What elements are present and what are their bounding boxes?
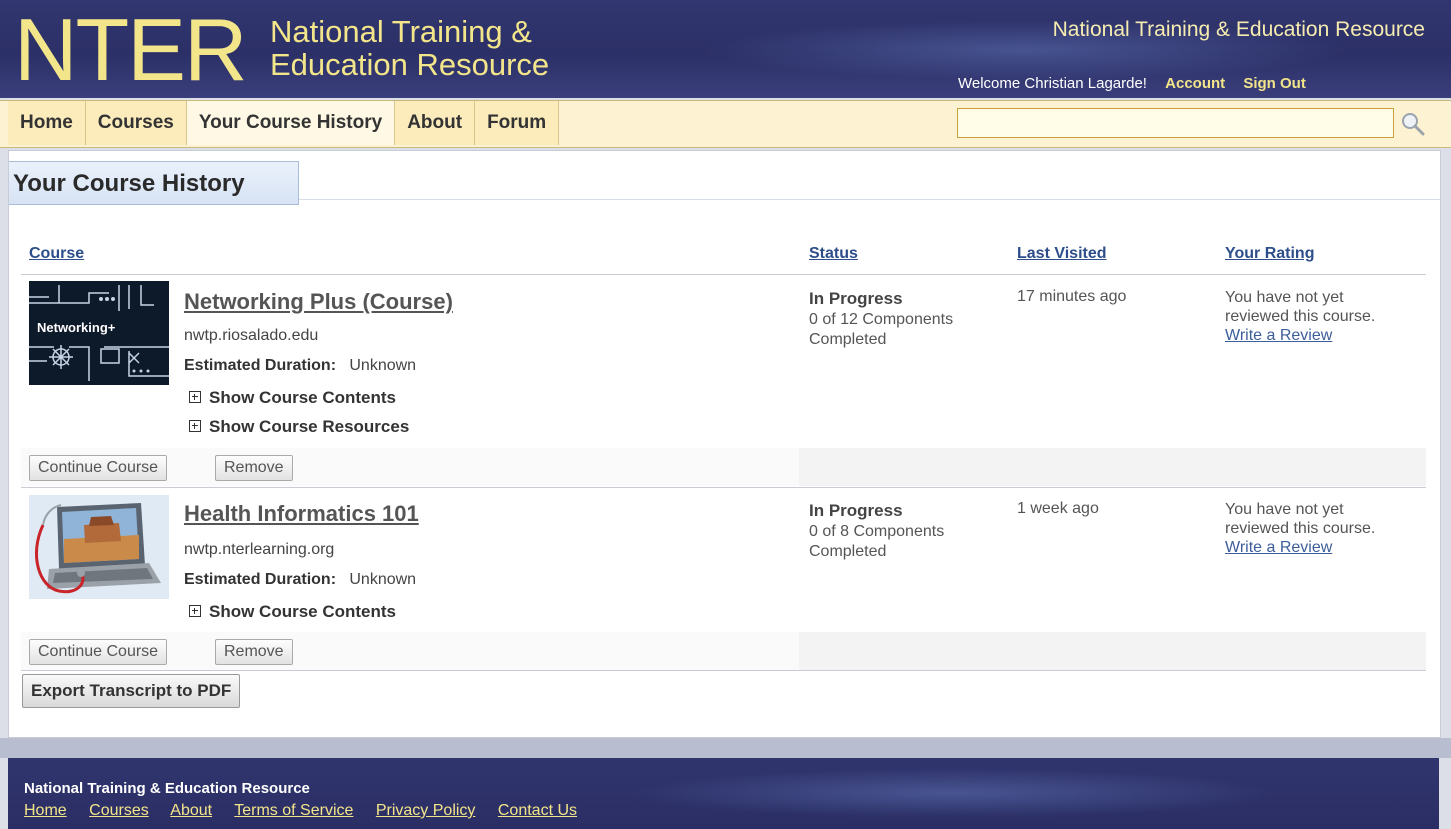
title-divider [299,199,1440,200]
thumbnail-label: Networking+ [37,320,116,335]
content-panel: Your Course History Course Status Last V… [8,150,1441,738]
remove-button[interactable]: Remove [215,639,293,665]
rating-cell: You have not yet reviewed this course. W… [1225,288,1375,345]
page-title: Your Course History [9,161,299,205]
footer-link-home[interactable]: Home [24,802,67,819]
welcome-text: Welcome Christian Lagarde! [958,75,1147,92]
write-review-link[interactable]: Write a Review [1225,327,1332,344]
rating-cell: You have not yet reviewed this course. W… [1225,500,1375,557]
last-visited: 1 week ago [1017,500,1099,517]
export-transcript-button[interactable]: Export Transcript to PDF [22,674,241,708]
nav-about[interactable]: About [395,101,476,145]
course-title-link[interactable]: Networking Plus (Course) [184,289,453,315]
continue-course-button[interactable]: Continue Course [29,455,168,481]
expand-plus-icon [189,420,201,432]
duration-value: Unknown [349,357,417,374]
footer-link-terms[interactable]: Terms of Service [234,802,353,819]
continue-course-button[interactable]: Continue Course [29,639,168,665]
status-components: 0 of 12 Components [809,311,954,328]
remove-button[interactable]: Remove [215,455,293,481]
footer-light-streak [628,768,1278,818]
footer-link-contact[interactable]: Contact Us [498,802,577,819]
logo-abbreviation[interactable]: NTER [14,6,248,94]
course-duration: Estimated Duration: Unknown [184,357,416,375]
expander-label: Show Course Contents [209,388,397,407]
rating-note-line-2: reviewed this course. [1225,520,1376,537]
footer-link-about[interactable]: About [170,802,212,819]
nav-courses[interactable]: Courses [85,101,187,145]
health-informatics-thumbnail[interactable] [29,495,169,599]
expand-plus-icon [189,605,201,617]
status-label: In Progress [809,289,903,308]
footer-link-privacy[interactable]: Privacy Policy [376,802,476,819]
main-nav: Home Courses Your Course History About F… [0,100,1451,148]
search-input[interactable] [957,108,1394,138]
logo-text[interactable]: National Training & Education Resource [270,15,549,81]
header-row-divider [21,274,1426,275]
user-bar: Welcome Christian Lagarde! Account Sign … [958,75,1306,92]
column-header-your-rating[interactable]: Your Rating [1225,245,1314,263]
write-review-link[interactable]: Write a Review [1225,539,1332,556]
status-completed: Completed [809,543,887,560]
footer-divider [0,738,1451,758]
course-provider-url: nwtp.nterlearning.org [184,541,335,558]
footer-title: National Training & Education Resource [24,780,310,797]
nav-home[interactable]: Home [8,101,86,145]
course-provider-url: nwtp.riosalado.edu [184,327,319,344]
status-components: 0 of 8 Components [809,523,945,540]
duration-value: Unknown [349,571,417,588]
expander-label: Show Course Resources [209,417,410,436]
column-header-course[interactable]: Course [29,245,84,263]
footer-links: Home Courses About Terms of Service Priv… [24,802,595,820]
duration-label: Estimated Duration: [184,571,337,588]
show-course-contents-toggle[interactable]: Show Course Contents [189,602,396,622]
duration-label: Estimated Duration: [184,357,337,374]
networking-course-thumbnail[interactable]: Networking+ [29,281,169,385]
site-title: National Training & Education Resource [1052,18,1425,41]
show-course-resources-toggle[interactable]: Show Course Resources [189,417,409,437]
row-divider [21,487,1426,488]
show-course-contents-toggle[interactable]: Show Course Contents [189,388,396,408]
logo-line-2: Education Resource [270,47,550,82]
nav-your-course-history[interactable]: Your Course History [186,101,396,145]
last-visited: 17 minutes ago [1017,288,1127,305]
rating-note-line-1: You have not yet [1225,501,1344,518]
expander-label: Show Course Contents [209,602,397,621]
course-title-link[interactable]: Health Informatics 101 [184,501,419,527]
site-footer: National Training & Education Resource H… [8,758,1439,829]
nav-items: Home Courses Your Course History About F… [8,101,560,147]
row-divider [21,670,1426,671]
expand-plus-icon [189,391,201,403]
nav-forum[interactable]: Forum [475,101,560,145]
site-header: NTER National Training & Education Resou… [0,0,1451,98]
sign-out-link[interactable]: Sign Out [1243,75,1306,92]
column-header-status[interactable]: Status [809,245,858,263]
logo-line-1: National Training & [270,14,532,49]
course-duration: Estimated Duration: Unknown [184,571,416,589]
rating-note-line-2: reviewed this course. [1225,308,1376,325]
account-link[interactable]: Account [1165,75,1225,92]
status-completed: Completed [809,331,887,348]
magnifier-icon[interactable] [1400,111,1426,137]
column-header-last-visited[interactable]: Last Visited [1017,245,1107,263]
rating-note-line-1: You have not yet [1225,289,1344,306]
footer-link-courses[interactable]: Courses [89,802,149,819]
course-status: In Progress 0 of 12 Components Completed [809,289,953,350]
course-status: In Progress 0 of 8 Components Completed [809,501,944,562]
status-label: In Progress [809,501,903,520]
